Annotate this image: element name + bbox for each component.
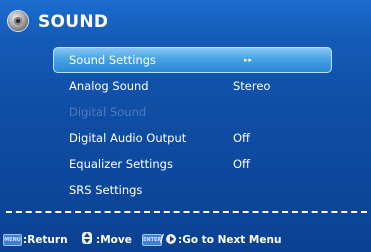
- menu-item-equalizer-settings[interactable]: Equalizer Settings Off: [53, 151, 332, 177]
- menu-title: SOUND: [38, 12, 109, 32]
- menu-item-label: Digital Audio Output: [69, 131, 187, 145]
- key-separator: /: [160, 233, 164, 245]
- menu-item-label: Analog Sound: [69, 79, 149, 93]
- menu-item-digital-sound: Digital Sound: [53, 99, 332, 125]
- play-arrow-icon: [166, 234, 176, 244]
- menu-item-value: Stereo: [233, 79, 271, 93]
- key-guide-footer: MENU :Return :Move ENTER / :Go to Next M…: [0, 226, 371, 252]
- menu-item-value: Off: [233, 131, 250, 145]
- enter-key-icon: ENTER: [142, 234, 162, 246]
- menu-item-digital-audio-output[interactable]: Digital Audio Output Off: [53, 125, 332, 151]
- sound-menu-panel: SOUND Sound Settings ▸▸ Analog Sound Ste…: [0, 0, 371, 252]
- menu-item-sound-settings[interactable]: Sound Settings ▸▸: [53, 47, 332, 73]
- menu-key-icon: MENU: [3, 234, 22, 246]
- menu-item-value: Off: [233, 157, 250, 171]
- menu-item-label: Digital Sound: [69, 105, 147, 119]
- return-hint: :Return: [23, 234, 68, 246]
- submenu-arrow-icon: ▸▸: [244, 56, 254, 64]
- sound-menu-list: Sound Settings ▸▸ Analog Sound Stereo Di…: [53, 47, 332, 203]
- up-down-arrows-icon: [82, 232, 92, 244]
- menu-item-analog-sound[interactable]: Analog Sound Stereo: [53, 73, 332, 99]
- move-hint: :Move: [96, 234, 132, 246]
- speaker-knob-icon: [8, 11, 28, 31]
- menu-item-srs-settings[interactable]: SRS Settings: [53, 177, 332, 203]
- menu-item-label: Sound Settings: [69, 53, 157, 67]
- menu-item-label: Equalizer Settings: [69, 157, 173, 171]
- menu-item-label: SRS Settings: [69, 183, 143, 197]
- menu-titlebar: SOUND: [0, 0, 371, 44]
- footer-divider: [6, 211, 367, 213]
- next-menu-hint: :Go to Next Menu: [178, 234, 282, 246]
